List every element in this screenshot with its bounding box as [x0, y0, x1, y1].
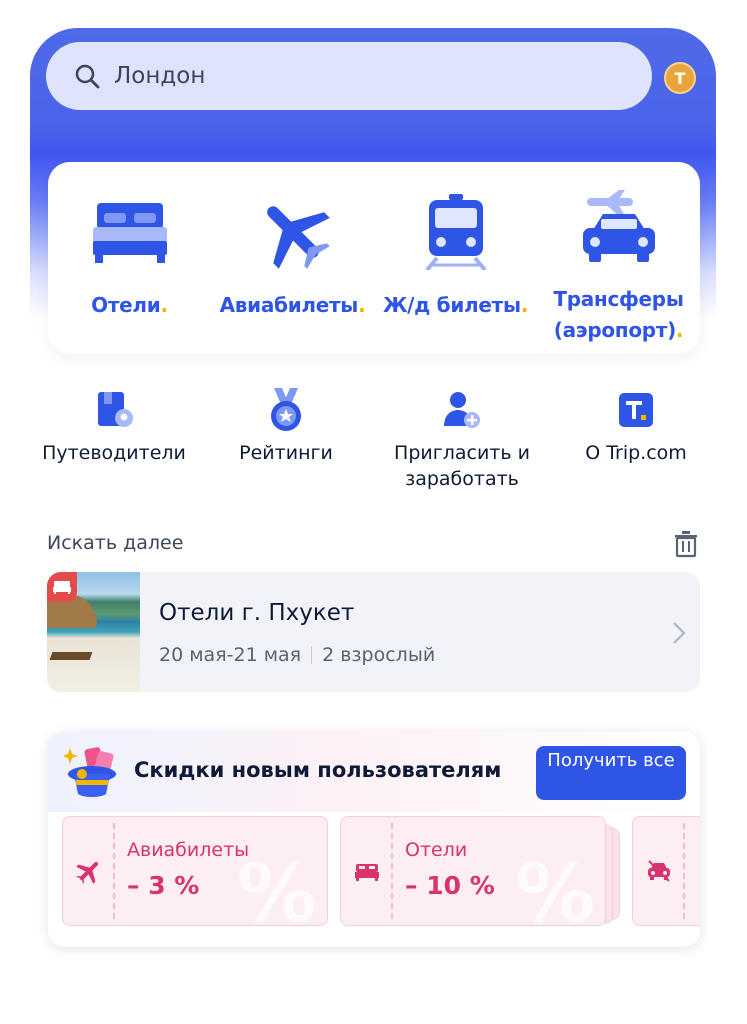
coupon-transfers[interactable] — [632, 816, 700, 926]
category-hotels[interactable]: Отели. — [48, 162, 211, 354]
search-bar[interactable]: Лондон — [46, 42, 652, 110]
category-label: Отели — [91, 293, 161, 317]
coupon-label: Авиабилеты — [127, 839, 250, 861]
trip-logo-icon — [619, 393, 653, 427]
hotel-tag-bed-icon — [47, 572, 77, 602]
category-trains[interactable]: Ж/д билеты. — [374, 162, 537, 354]
car-icon — [648, 860, 670, 882]
guidebook-icon — [98, 392, 133, 427]
avatar[interactable]: T — [664, 62, 696, 94]
new-user-discounts-card: Скидки новым пользователям Получить все … — [48, 732, 700, 947]
sub-item-label: Путеводители — [42, 442, 186, 464]
sub-item-label-line2: заработать — [405, 468, 519, 490]
sub-item-invite[interactable]: Пригласить и заработать — [376, 388, 548, 492]
sub-item-label: О Trip.com — [585, 442, 687, 464]
recent-search-guests: 2 взрослый — [322, 644, 436, 666]
promo-title: Скидки новым пользователям — [134, 758, 502, 782]
coupon-hotels[interactable]: Отели – 10 % % — [340, 816, 606, 926]
avatar-letter: T — [674, 68, 686, 88]
category-airport-transfers[interactable]: Трансферы (аэропорт). — [537, 162, 700, 354]
trash-icon[interactable] — [672, 530, 700, 558]
coupon-value: – 10 % — [405, 871, 495, 900]
get-all-button[interactable]: Получить все — [536, 746, 686, 800]
search-icon — [75, 64, 100, 89]
gift-hat-icon — [64, 747, 116, 797]
category-label-line1: Трансферы — [553, 287, 684, 311]
airport-transfer-icon — [582, 190, 655, 262]
coupon-value: – 3 % — [127, 871, 200, 900]
recent-search-meta: 20 мая-21 мая 2 взрослый — [159, 644, 435, 666]
bed-icon — [355, 864, 379, 881]
medal-icon — [271, 388, 301, 431]
invite-user-icon — [444, 392, 480, 428]
train-icon — [424, 194, 487, 270]
recent-searches-title: Искать далее — [47, 532, 184, 554]
coupon-label: Отели — [405, 839, 468, 861]
coupon-flights[interactable]: Авиабилеты – 3 % % — [62, 816, 328, 926]
recent-search-card[interactable]: Отели г. Пхукет 20 мая-21 мая 2 взрослый — [47, 572, 700, 692]
sub-item-ratings[interactable]: Рейтинги — [200, 388, 372, 466]
sub-item-label-line1: Пригласить и — [394, 442, 530, 464]
bed-icon — [92, 203, 167, 263]
airplane-icon — [266, 206, 330, 269]
airplane-icon — [76, 861, 99, 884]
sub-item-guides[interactable]: Путеводители — [30, 388, 200, 466]
chevron-right-icon — [673, 622, 686, 644]
category-label-line2: (аэропорт) — [553, 318, 676, 342]
search-input[interactable]: Лондон — [114, 63, 205, 89]
category-flights[interactable]: Авиабилеты. — [211, 162, 374, 354]
category-label: Ж/д билеты — [382, 293, 521, 317]
recent-search-dates: 20 мая-21 мая — [159, 644, 302, 666]
category-label: Авиабилеты — [219, 293, 359, 317]
coupon-stack-edge — [612, 828, 620, 920]
recent-search-title: Отели г. Пхукет — [159, 600, 355, 626]
secondary-categories: Путеводители Рейтинги Пригласить и зараб… — [30, 388, 716, 498]
sub-item-about[interactable]: О Trip.com — [550, 388, 716, 466]
sub-item-label: Рейтинги — [239, 442, 333, 464]
hotel-thumbnail — [47, 572, 140, 692]
app-screen: Лондон T Отели. Авиабилеты. Ж/д билеты. … — [30, 28, 716, 1024]
main-categories-card: Отели. Авиабилеты. Ж/д билеты. Трансферы… — [48, 162, 700, 354]
